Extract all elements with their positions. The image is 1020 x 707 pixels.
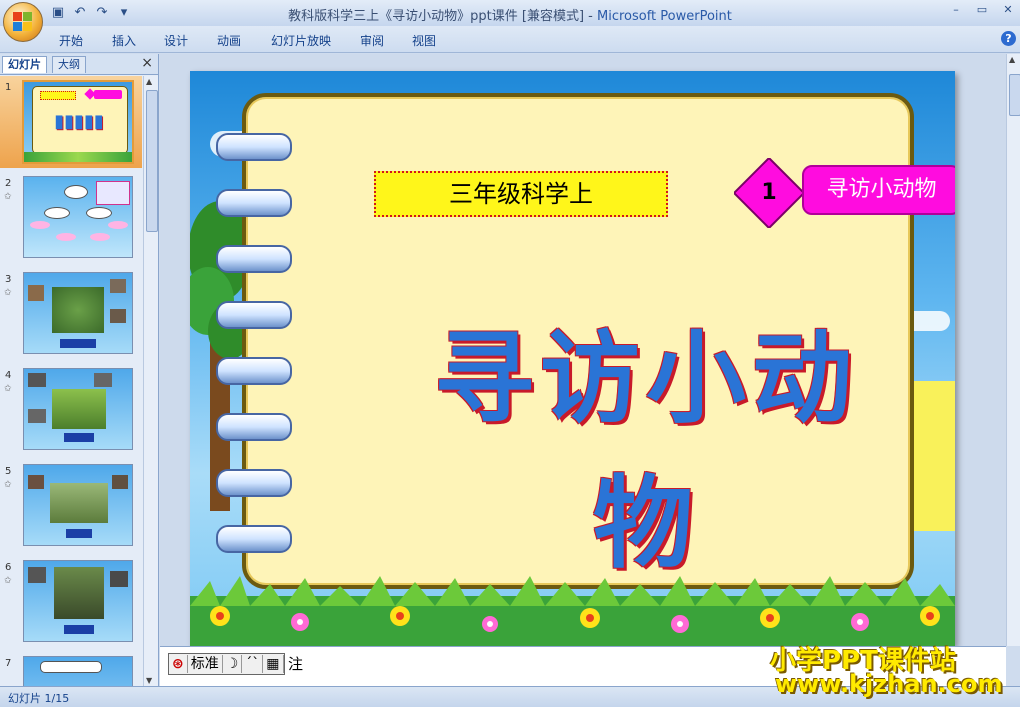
- notebook-ring: [216, 245, 292, 273]
- tab-slides[interactable]: 幻灯片: [2, 56, 47, 73]
- thumbnails-scrollbar[interactable]: ▲ ▼: [143, 76, 158, 686]
- slide-number: 2: [5, 178, 12, 189]
- scrollbar-thumb[interactable]: [1009, 74, 1020, 116]
- notebook-ring: [216, 469, 292, 497]
- scroll-down-icon[interactable]: ▼: [146, 676, 152, 685]
- slide-thumbnail-7[interactable]: [23, 656, 133, 686]
- notebook-ring: [216, 357, 292, 385]
- watermark-line2: www.kjzhan.com: [775, 670, 1003, 698]
- slide-main-title: 寻访小动物: [434, 320, 858, 582]
- app-name: Microsoft PowerPoint: [596, 9, 732, 24]
- close-button[interactable]: ✕: [1000, 3, 1016, 17]
- scroll-up-icon[interactable]: ▲: [1009, 55, 1015, 64]
- slide-thumbnail-row[interactable]: 3 ✩: [0, 268, 142, 358]
- animation-star-icon: ✩: [4, 480, 12, 490]
- window-title: 教科版科学三上《寻访小动物》ppt课件 [兼容模式] - Microsoft P…: [0, 5, 1020, 24]
- tab-home[interactable]: 开始: [59, 32, 83, 49]
- ime-punct-icon[interactable]: ˊˋ: [242, 655, 264, 673]
- help-icon[interactable]: ?: [1001, 31, 1016, 46]
- animation-star-icon: ✩: [4, 384, 12, 394]
- slide-number: 5: [5, 466, 12, 477]
- slide-thumbnail-row[interactable]: 1 ▮▮▮▮▮: [0, 76, 142, 166]
- tab-outline[interactable]: 大纲: [52, 56, 86, 73]
- notebook-ring: [216, 189, 292, 217]
- tab-insert[interactable]: 插入: [112, 32, 136, 49]
- tab-slideshow[interactable]: 幻灯片放映: [271, 32, 331, 49]
- slide-number: 3: [5, 274, 12, 285]
- tab-animations[interactable]: 动画: [217, 32, 241, 49]
- window-controls: – ▭ ✕: [948, 3, 1016, 17]
- slide-counter: 幻灯片 1/15: [8, 692, 70, 705]
- ribbon-tabs: 开始 插入 设计 动画 幻灯片放映 审阅 视图 ?: [0, 26, 1020, 53]
- title-bar: ▣ ↶ ↷ ▾ 教科版科学三上《寻访小动物》ppt课件 [兼容模式] - Mic…: [0, 0, 1020, 26]
- slide-thumbnail-6[interactable]: [23, 560, 133, 642]
- lesson-title-box: 寻访小动物: [802, 165, 955, 215]
- slide-thumbnail-4[interactable]: [23, 368, 133, 450]
- ime-logo-icon[interactable]: ⊛: [169, 655, 188, 673]
- slide-number: 6: [5, 562, 12, 573]
- animation-star-icon: ✩: [4, 192, 12, 202]
- slide-thumbnail-row[interactable]: 2 ✩: [0, 172, 142, 262]
- office-logo-icon: [13, 12, 33, 32]
- notebook-ring: [216, 413, 292, 441]
- ime-toolbar: ⊛ 标准 ☽ ˊˋ ▦: [168, 653, 285, 675]
- ime-mode-label[interactable]: 标准: [188, 655, 223, 673]
- slide-thumbnail-1[interactable]: ▮▮▮▮▮: [22, 80, 134, 164]
- slide-editor: 三年级科学上 1 寻访小动物 寻访小动物: [160, 54, 1006, 646]
- slide-thumbnail-5[interactable]: [23, 464, 133, 546]
- lesson-number: 1: [761, 180, 777, 205]
- slide-thumbnail-3[interactable]: [23, 272, 133, 354]
- slides-pane: 幻灯片 大纲 × 1 ▮▮▮▮▮ 2 ✩ 3 ✩ 4 ✩ 5 ✩ 6 ✩ 7 ▲…: [0, 54, 159, 686]
- editor-scrollbar[interactable]: ▲: [1006, 54, 1020, 646]
- office-button[interactable]: [3, 2, 43, 42]
- ime-moon-icon[interactable]: ☽: [223, 655, 243, 673]
- slide-thumbnail-2[interactable]: [23, 176, 133, 258]
- grass-flowers-graphic: [190, 576, 955, 646]
- animation-star-icon: ✩: [4, 288, 12, 298]
- grade-label-box: 三年级科学上: [374, 171, 668, 217]
- document-title: 教科版科学三上《寻访小动物》ppt课件 [兼容模式] -: [288, 9, 597, 24]
- tab-design[interactable]: 设计: [164, 32, 188, 49]
- thumbnail-title-graphic: ▮▮▮▮▮: [54, 111, 104, 132]
- pane-tabs: 幻灯片 大纲 ×: [0, 54, 158, 75]
- tab-review[interactable]: 审阅: [360, 32, 384, 49]
- slide-thumbnails: 1 ▮▮▮▮▮ 2 ✩ 3 ✩ 4 ✩ 5 ✩ 6 ✩ 7: [0, 76, 142, 686]
- slide-number: 4: [5, 370, 12, 381]
- yellow-background-strip: [907, 381, 955, 531]
- ime-keyboard-icon[interactable]: ▦: [263, 655, 284, 673]
- slide-thumbnail-row[interactable]: 4 ✩: [0, 364, 142, 454]
- notebook-ring: [216, 525, 292, 553]
- slide-number: 7: [5, 658, 12, 669]
- slide-number: 1: [5, 82, 12, 93]
- maximize-button[interactable]: ▭: [974, 3, 990, 17]
- slide-thumbnail-row[interactable]: 6 ✩: [0, 556, 142, 646]
- minimize-button[interactable]: –: [948, 3, 964, 17]
- tree-graphic: [190, 201, 250, 511]
- slide-canvas[interactable]: 三年级科学上 1 寻访小动物 寻访小动物: [190, 71, 955, 646]
- notebook-ring: [216, 133, 292, 161]
- notes-placeholder: 注: [288, 655, 304, 673]
- close-pane-icon[interactable]: ×: [141, 55, 153, 71]
- notebook-ring: [216, 301, 292, 329]
- slide-thumbnail-row[interactable]: 5 ✩: [0, 460, 142, 550]
- scrollbar-thumb[interactable]: [146, 90, 158, 232]
- scroll-up-icon[interactable]: ▲: [146, 77, 152, 86]
- notebook-frame: 三年级科学上 1 寻访小动物 寻访小动物: [242, 93, 955, 589]
- slide-thumbnail-row[interactable]: 7: [0, 652, 142, 686]
- animation-star-icon: ✩: [4, 576, 12, 586]
- tab-view[interactable]: 视图: [412, 32, 436, 49]
